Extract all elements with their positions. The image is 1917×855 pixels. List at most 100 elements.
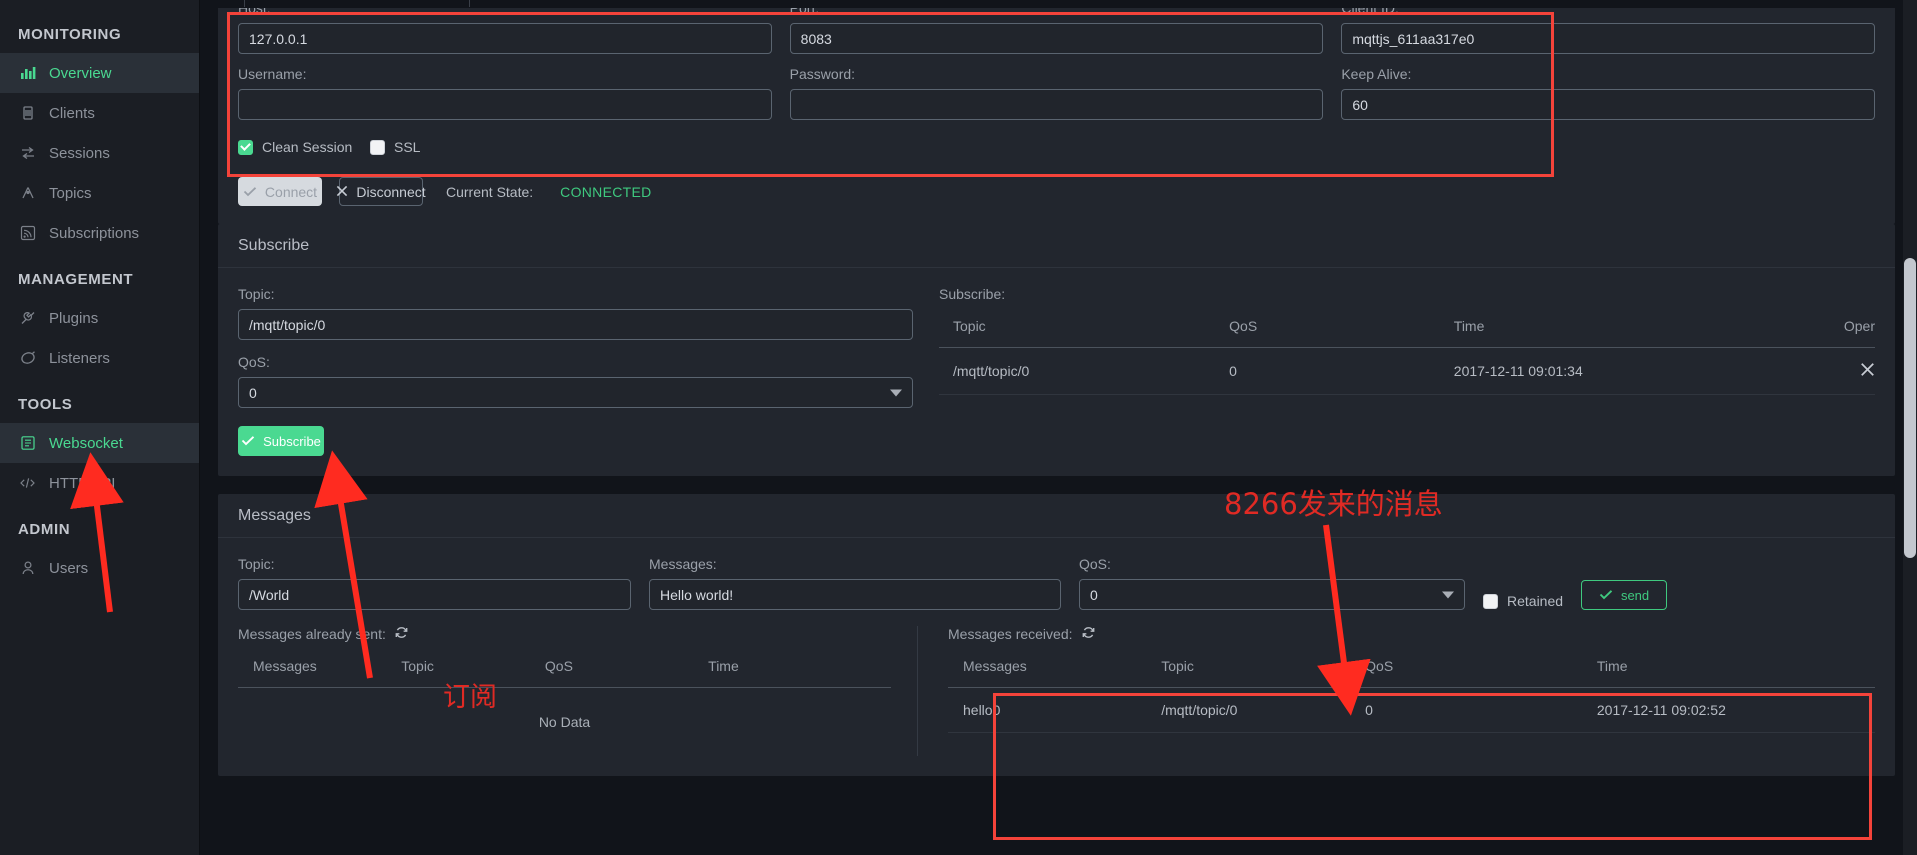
password-input[interactable] — [789, 89, 1324, 120]
host-input[interactable] — [238, 23, 772, 54]
col-topic: Topic — [1161, 658, 1366, 688]
connection-row-1: Host: Port: Client ID: — [238, 0, 1876, 66]
message-tables: Messages already sent: Messages Topic Qo… — [238, 626, 1875, 756]
websocket-icon — [19, 435, 36, 452]
keepalive-input[interactable] — [1341, 89, 1876, 120]
sidebar-item-topics[interactable]: Topics — [0, 173, 199, 213]
connection-actions: Connect Disconnect Current State: CONNEC… — [238, 177, 1875, 206]
connection-options-row: Clean Session SSL — [238, 139, 1875, 155]
messages-panel: Messages Topic: Messages: QoS: — [218, 494, 1895, 776]
messages-received-section: Messages received: Messages Topic QoS Ti… — [918, 626, 1875, 756]
current-state-value: CONNECTED — [560, 183, 652, 200]
cell-topic: /mqtt/topic/0 — [1161, 687, 1366, 733]
sidebar: MONITORING Overview Clients Sessions Top… — [0, 0, 200, 855]
subscribe-qos-value[interactable] — [238, 377, 913, 408]
check-icon — [241, 434, 255, 449]
table-empty-row: No Data — [238, 688, 891, 757]
messages-received-caption: Messages received: — [948, 626, 1073, 642]
app-root: MONITORING Overview Clients Sessions Top… — [0, 0, 1917, 855]
col-time: Time — [1453, 318, 1763, 348]
messages-sent-caption-row: Messages already sent: — [238, 626, 891, 642]
sidebar-item-label: Plugins — [49, 309, 99, 327]
host-field-group: Host: — [238, 0, 772, 54]
sidebar-item-users[interactable]: Users — [0, 548, 199, 588]
cell-messages: hello0 — [948, 687, 1162, 733]
username-label: Username: — [238, 66, 307, 82]
subscribe-panel-body: Topic: QoS: Subscribe — [218, 268, 1895, 476]
cell-qos: 0 — [1229, 347, 1454, 395]
publish-qos-value[interactable] — [1079, 579, 1465, 610]
sidebar-group-admin: ADMIN — [18, 521, 71, 538]
connection-row-2: Username: Password: Keep Alive: — [238, 66, 1876, 132]
cell-time: 2017-12-11 09:02:52 — [1596, 687, 1875, 733]
col-oper: Oper — [1762, 318, 1875, 348]
publish-qos-select[interactable] — [1079, 579, 1465, 610]
subscribe-panel-title: Subscribe — [218, 224, 1895, 268]
clean-session-checkbox[interactable]: Clean Session — [238, 139, 370, 155]
publish-topic-label: Topic: — [238, 556, 275, 572]
messages-sent-table: Messages Topic QoS Time No Data — [238, 658, 891, 756]
check-icon — [243, 184, 257, 200]
sidebar-item-label: Clients — [49, 104, 95, 122]
unsubscribe-close-icon[interactable] — [1860, 363, 1875, 380]
publish-message-input[interactable] — [649, 579, 1061, 610]
col-messages: Messages — [238, 658, 402, 688]
sidebar-item-label: HTTP API — [49, 474, 116, 492]
sidebar-item-label: Subscriptions — [49, 224, 140, 242]
main-content: Host: Port: Client ID: Username: — [200, 0, 1917, 855]
page-scrollbar-thumb[interactable] — [1904, 258, 1916, 558]
clean-session-label: Clean Session — [262, 139, 353, 155]
refresh-icon[interactable] — [395, 626, 408, 642]
col-messages: Messages — [948, 658, 1162, 688]
publish-message-group: Messages: — [649, 556, 1061, 610]
publish-qos-group: QoS: — [1079, 556, 1465, 610]
port-field-group: Port: — [789, 0, 1324, 54]
refresh-icon[interactable] — [1082, 626, 1095, 642]
code-icon — [19, 475, 36, 492]
disconnect-label: Disconnect — [356, 183, 426, 200]
ssl-checkbox[interactable]: SSL — [370, 139, 420, 155]
connect-button[interactable]: Connect — [238, 177, 322, 206]
sidebar-item-subscriptions[interactable]: Subscriptions — [0, 213, 199, 253]
subscribe-topic-input[interactable] — [238, 309, 913, 340]
connect-label: Connect — [264, 183, 318, 200]
sidebar-item-clients[interactable]: Clients — [0, 93, 199, 133]
subscribe-table-caption: Subscribe: — [939, 286, 1006, 302]
col-topic: Topic — [401, 658, 545, 688]
col-topic: Topic — [939, 318, 1230, 348]
sidebar-item-listeners[interactable]: Listeners — [0, 338, 199, 378]
sidebar-item-plugins[interactable]: Plugins — [0, 298, 199, 338]
subscribe-panel: Subscribe Topic: QoS: — [218, 224, 1895, 476]
table-header-row: Topic QoS Time Oper — [939, 318, 1875, 348]
sidebar-item-label: Sessions — [49, 144, 110, 162]
sidebar-item-sessions[interactable]: Sessions — [0, 133, 199, 173]
sidebar-item-label: Overview — [49, 64, 112, 82]
table-row: hello0 /mqtt/topic/0 0 2017-12-11 09:02:… — [948, 687, 1875, 733]
subscribe-button[interactable]: Subscribe — [238, 426, 324, 456]
page-top-strip — [200, 0, 1903, 8]
username-input[interactable] — [238, 89, 772, 120]
sidebar-item-websocket[interactable]: Websocket — [0, 423, 199, 463]
username-field-group: Username: — [238, 66, 772, 120]
messages-sent-section: Messages already sent: Messages Topic Qo… — [238, 626, 918, 756]
messages-received-table: Messages Topic QoS Time hello0 /mqtt/top… — [948, 658, 1875, 733]
sidebar-group-tools: TOOLS — [18, 396, 73, 413]
subscribe-qos-select[interactable] — [238, 377, 913, 408]
cell-oper — [1762, 347, 1875, 395]
checkbox-box — [238, 139, 253, 155]
cell-time: 2017-12-11 09:01:34 — [1453, 347, 1763, 395]
messages-panel-title: Messages — [218, 494, 1895, 538]
checkbox-box — [1483, 593, 1498, 609]
subscribe-table: Topic QoS Time Oper /mqtt/topic/0 0 2017… — [939, 318, 1875, 395]
port-input[interactable] — [789, 23, 1324, 54]
client-id-input[interactable] — [1341, 23, 1876, 54]
sidebar-item-overview[interactable]: Overview — [0, 53, 199, 93]
sidebar-item-label: Topics — [49, 184, 92, 202]
retained-checkbox[interactable]: Retained — [1483, 593, 1563, 610]
publish-topic-input[interactable] — [238, 579, 631, 610]
disconnect-button[interactable]: Disconnect — [337, 177, 426, 206]
send-button[interactable]: send — [1581, 580, 1668, 610]
retained-label: Retained — [1507, 593, 1564, 609]
sidebar-item-http-api[interactable]: HTTP API — [0, 463, 199, 503]
publish-form: Topic: Messages: QoS: — [238, 556, 1875, 610]
